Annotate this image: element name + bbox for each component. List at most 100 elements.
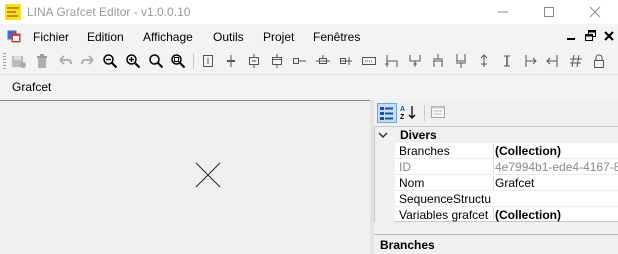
comment-icon xyxy=(570,54,582,68)
zoom-out-button[interactable] xyxy=(102,53,118,69)
menu-outils[interactable]: Outils xyxy=(213,30,244,44)
property-row[interactable]: Branches (Collection) xyxy=(375,143,618,159)
forward-jump-icon xyxy=(525,55,537,67)
step-button[interactable] xyxy=(200,53,216,69)
menu-affichage[interactable]: Affichage xyxy=(143,30,193,44)
zoom-fit-button[interactable] xyxy=(148,53,164,69)
backward-jump-icon xyxy=(546,55,558,67)
property-toolbar-separator xyxy=(424,105,425,121)
property-grid-toolbar: A Z xyxy=(374,100,618,126)
svg-text:Z: Z xyxy=(400,114,405,121)
property-name: Variables grafcet xyxy=(399,208,489,222)
property-row[interactable]: SequenceStructure xyxy=(375,191,618,207)
vertical-link-icon xyxy=(504,55,510,67)
toolbar-separator xyxy=(193,53,194,69)
and-convergence-icon xyxy=(456,54,466,68)
categorized-button[interactable] xyxy=(377,103,397,123)
comment-block-button[interactable] xyxy=(361,53,377,69)
save-button[interactable] xyxy=(11,53,27,69)
jump-icon xyxy=(480,54,488,67)
mdi-restore-icon[interactable] xyxy=(584,29,598,43)
maximize-button[interactable] xyxy=(526,0,572,24)
macro-step-icon xyxy=(272,54,282,68)
and-divergence-button[interactable] xyxy=(430,53,446,69)
redo-button[interactable] xyxy=(80,53,96,69)
menu-fichier[interactable]: Fichier xyxy=(33,30,69,44)
or-convergence-button[interactable] xyxy=(407,53,423,69)
title-bar: LINA Grafcet Editor - v1.0.0.10 xyxy=(0,0,618,24)
row-gutter xyxy=(375,207,395,223)
property-name: ID xyxy=(399,160,411,174)
undo-button[interactable] xyxy=(57,53,73,69)
property-name: SequenceStructure xyxy=(399,192,491,206)
forward-jump-button[interactable] xyxy=(522,53,538,69)
property-row[interactable]: ID 4e7994b1-ede4-4167-8f91 xyxy=(375,159,618,175)
document-window-icon[interactable] xyxy=(7,29,21,43)
undo-icon xyxy=(59,55,72,65)
transition-button[interactable] xyxy=(223,53,239,69)
menu-projet[interactable]: Projet xyxy=(263,30,294,44)
action-button[interactable] xyxy=(246,53,262,69)
zoom-reset-icon xyxy=(171,54,186,69)
property-grid-panel: A Z Divers Branches (Collection) ID 4e79… xyxy=(374,100,618,254)
or-divergence-icon xyxy=(385,55,398,67)
menu-fenetres[interactable]: Fenêtres xyxy=(313,30,360,44)
zoom-in-button[interactable] xyxy=(125,53,141,69)
property-value[interactable]: (Collection) xyxy=(493,208,618,222)
jump-button[interactable] xyxy=(476,53,492,69)
maximize-icon xyxy=(544,7,554,17)
action-icon xyxy=(249,54,259,68)
main-toolbar xyxy=(0,48,618,75)
backward-jump-button[interactable] xyxy=(545,53,561,69)
macro-step-button[interactable] xyxy=(269,53,285,69)
property-name: Nom xyxy=(399,176,425,190)
minimize-button[interactable] xyxy=(480,0,526,24)
step-link-button[interactable] xyxy=(338,53,354,69)
alphabetical-button[interactable]: A Z xyxy=(399,103,419,123)
property-row[interactable]: Nom Grafcet xyxy=(375,175,618,191)
mdi-minimize-icon[interactable] xyxy=(565,29,579,43)
window-title: LINA Grafcet Editor - v1.0.0.10 xyxy=(27,5,191,19)
zoom-out-icon xyxy=(103,54,118,69)
comment-button[interactable] xyxy=(568,53,584,69)
toolbar-grip[interactable] xyxy=(3,53,6,70)
save-icon xyxy=(12,56,26,68)
property-row[interactable]: Variables grafcet (Collection) xyxy=(375,207,618,223)
empty-canvas-cross-icon xyxy=(195,162,221,188)
lock-button[interactable] xyxy=(591,53,607,69)
delete-button[interactable] xyxy=(34,53,50,69)
property-value[interactable]: Grafcet xyxy=(493,176,618,190)
vertical-link-button[interactable] xyxy=(499,53,515,69)
categorized-icon xyxy=(380,107,393,120)
document-tab-strip xyxy=(0,76,618,98)
property-grid: Divers Branches (Collection) ID 4e7994b1… xyxy=(374,126,618,223)
row-gutter xyxy=(375,191,395,207)
property-description-pane: Branches xyxy=(374,234,618,254)
collapse-arrow-icon[interactable] xyxy=(378,130,388,140)
step-icon xyxy=(203,55,213,67)
and-convergence-button[interactable] xyxy=(453,53,469,69)
row-gutter xyxy=(375,143,395,159)
close-button[interactable] xyxy=(572,0,618,24)
vertical-transition-icon xyxy=(316,55,330,64)
tab-grafcet[interactable]: Grafcet xyxy=(12,80,51,94)
zoom-reset-button[interactable] xyxy=(170,53,186,69)
zoom-fit-icon xyxy=(149,54,164,69)
category-divers[interactable]: Divers xyxy=(375,127,618,143)
or-divergence-button[interactable] xyxy=(384,53,400,69)
menu-edition[interactable]: Edition xyxy=(87,30,124,44)
transition-icon xyxy=(227,55,235,67)
property-value[interactable]: (Collection) xyxy=(493,144,618,158)
zoom-in-icon xyxy=(126,54,141,69)
mdi-close-icon[interactable] xyxy=(602,29,616,43)
grafcet-canvas[interactable] xyxy=(0,100,370,254)
property-name: Branches xyxy=(399,144,450,158)
horizontal-link-button[interactable] xyxy=(292,53,308,69)
property-pages-button[interactable] xyxy=(429,103,449,123)
and-divergence-icon xyxy=(433,54,443,67)
property-value[interactable]: 4e7994b1-ede4-4167-8f91 xyxy=(493,160,618,174)
vertical-transition-button[interactable] xyxy=(315,53,331,69)
alphabetical-icon: A Z xyxy=(400,106,416,121)
svg-text:A: A xyxy=(400,106,405,113)
menu-bar: Fichier Edition Affichage Outils Projet … xyxy=(0,24,618,48)
